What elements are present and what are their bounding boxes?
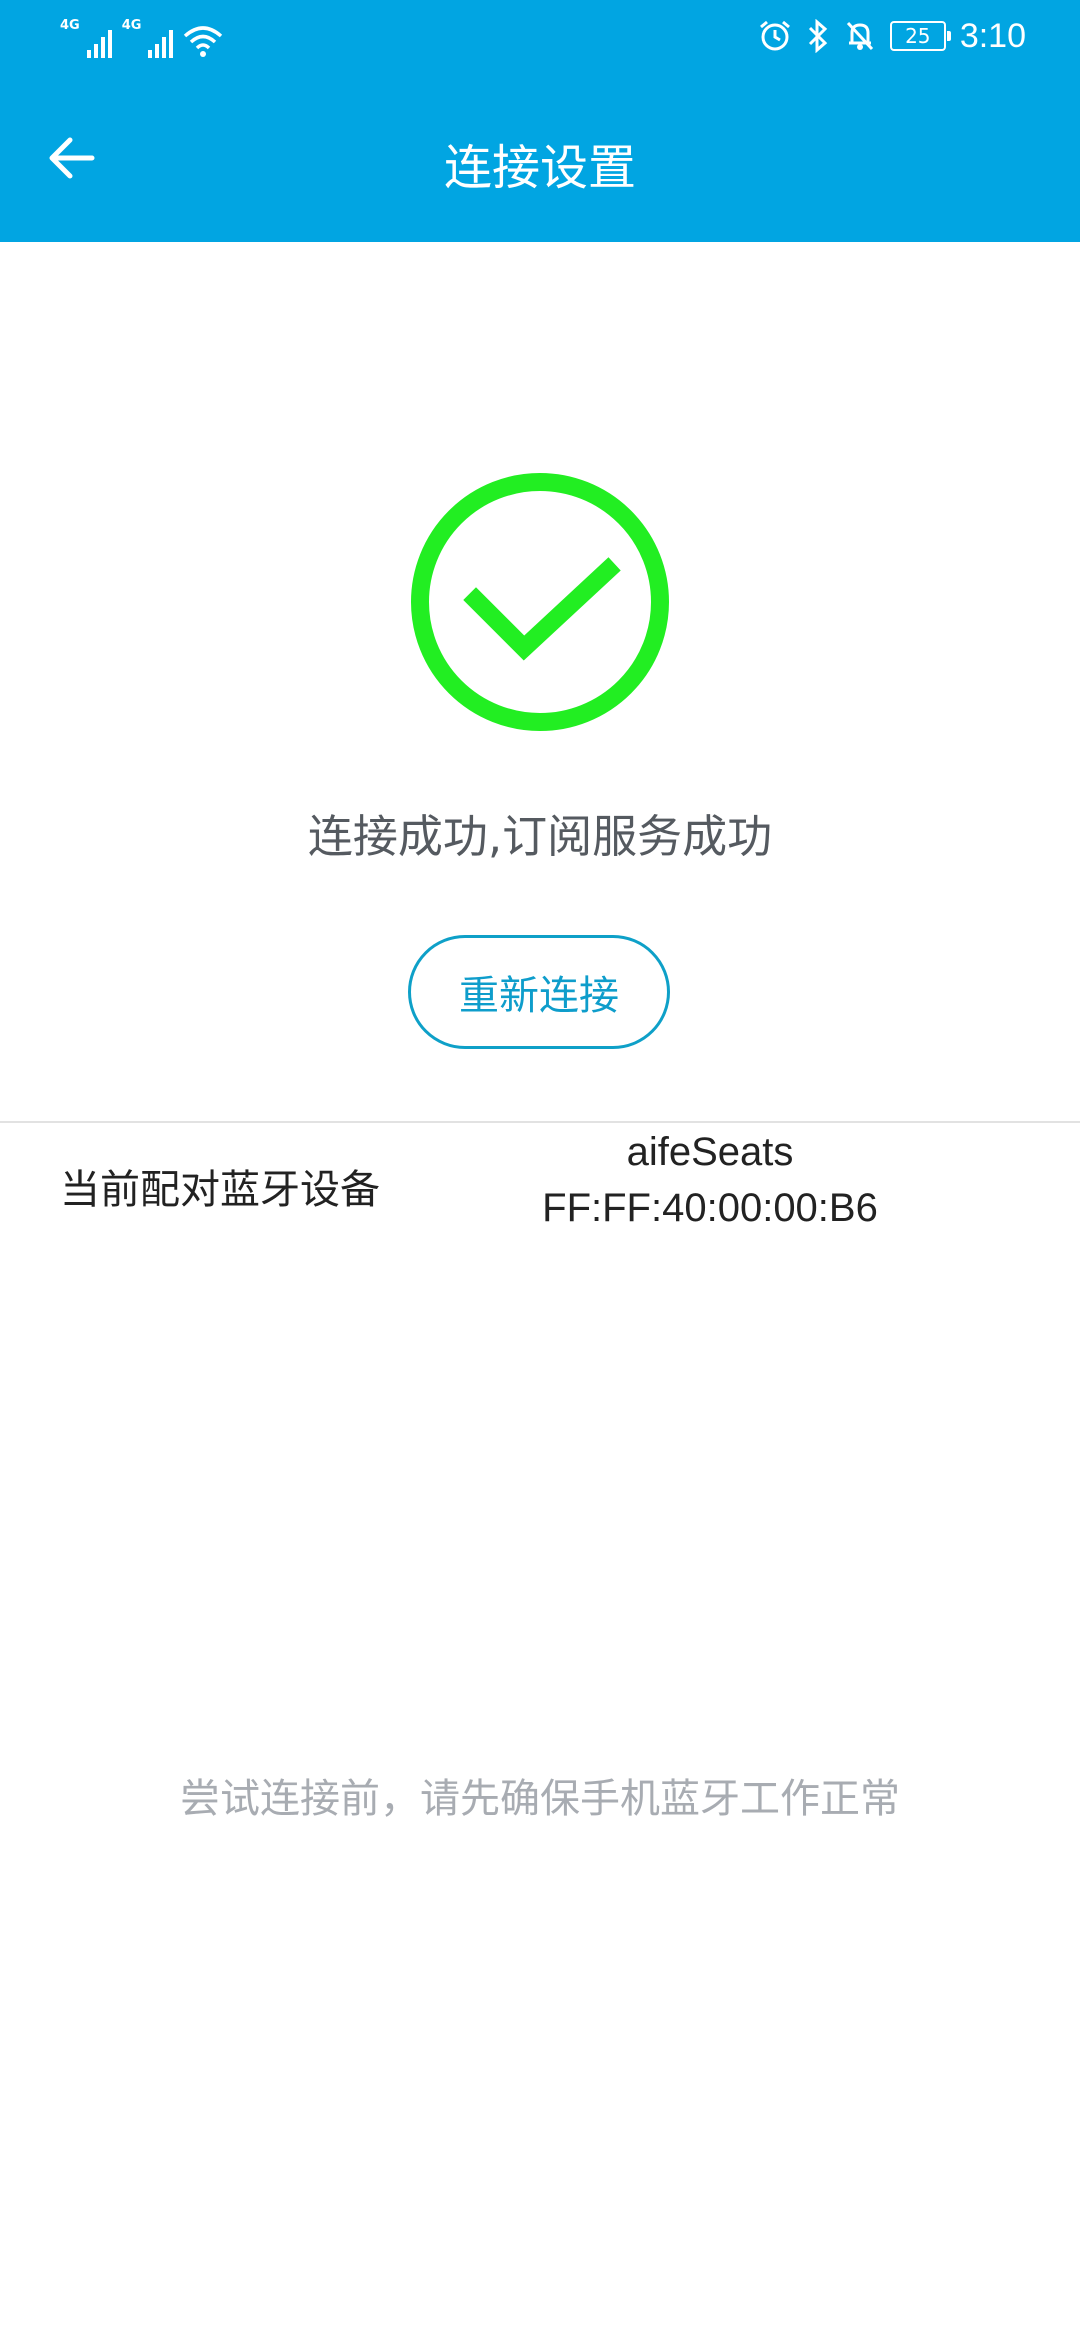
cell-signal-icon [148,30,174,58]
reconnect-button-label: 重新连接 [459,973,619,1019]
bluetooth-icon [808,19,828,53]
battery-icon: 25 [889,21,951,51]
app-bar: 4G 4G 25 3:10 连接设置 [0,0,1080,242]
paired-device-mac: FF:FF:40:00:00:B6 [542,1186,878,1230]
status-bar-right: 25 3:10 [758,12,1026,60]
status-bar-left: 4G 4G [60,14,223,58]
bluetooth-hint: 尝试连接前，请先确保手机蓝牙工作正常 [180,1776,900,1822]
wifi-icon [184,26,223,57]
paired-device-name: aifeSeats [626,1130,794,1174]
success-check-icon [411,473,669,731]
cell-signal-icon [86,30,112,58]
network-type-1: 4G [60,18,80,33]
page-title: 连接设置 [443,140,636,196]
paired-device-label: 当前配对蓝牙设备 [60,1167,380,1213]
notifications-off-icon [846,21,873,51]
network-type-2: 4G [121,18,142,33]
reconnect-button[interactable]: 重新连接 [408,935,670,1049]
connection-status-message: 连接成功,订阅服务成功 [307,810,773,863]
status-time: 3:10 [959,16,1026,55]
divider [0,1121,1080,1123]
alarm-icon [759,20,790,51]
